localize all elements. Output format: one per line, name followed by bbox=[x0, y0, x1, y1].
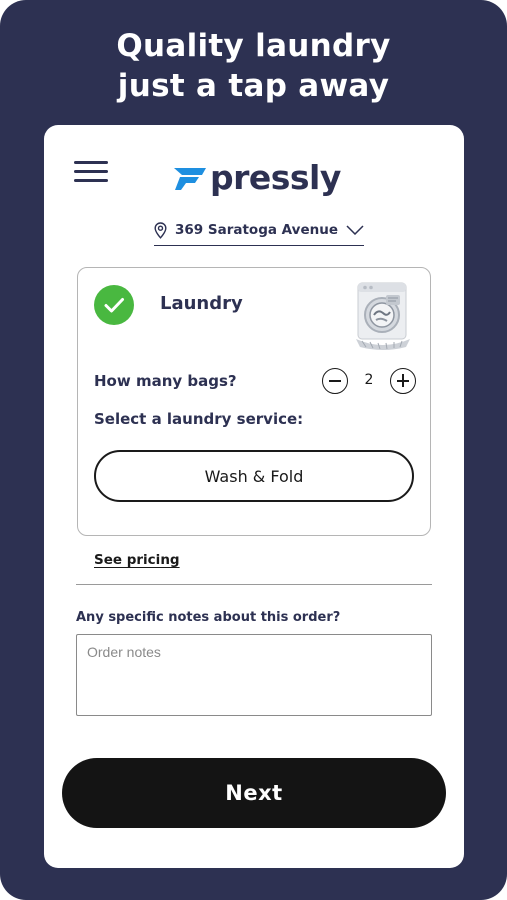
decrease-bags-button[interactable] bbox=[322, 368, 348, 394]
bags-count-value: 2 bbox=[364, 372, 374, 388]
service-name: Laundry bbox=[160, 293, 243, 314]
promo-headline: Quality laundry just a tap away bbox=[0, 26, 507, 106]
chevron-down-icon bbox=[346, 225, 364, 235]
increase-bags-button[interactable] bbox=[390, 368, 416, 394]
promo-headline-line1: Quality laundry bbox=[116, 28, 391, 64]
section-divider bbox=[76, 584, 432, 585]
selected-check-badge bbox=[94, 285, 134, 325]
address-selector[interactable]: 369 Saratoga Avenue bbox=[154, 217, 364, 246]
address-value: 369 Saratoga Avenue bbox=[175, 222, 338, 238]
wash-and-fold-option-button[interactable]: Wash & Fold bbox=[94, 450, 414, 502]
bags-quantity-stepper: 2 bbox=[322, 368, 416, 394]
hamburger-menu-icon[interactable] bbox=[74, 161, 108, 183]
bags-count-label: How many bags? bbox=[94, 372, 237, 390]
menu-line bbox=[74, 161, 108, 164]
pressly-logo-mark-icon bbox=[174, 168, 206, 190]
logo-wordmark: pressly bbox=[210, 158, 341, 197]
promo-headline-line2: just a tap away bbox=[117, 68, 390, 104]
menu-line bbox=[74, 170, 108, 173]
order-notes-label: Any specific notes about this order? bbox=[76, 610, 341, 625]
service-select-label: Select a laundry service: bbox=[94, 410, 304, 428]
order-notes-input[interactable] bbox=[76, 634, 432, 716]
washing-machine-illustration bbox=[356, 282, 410, 350]
see-pricing-link[interactable]: See pricing bbox=[94, 552, 180, 568]
checkmark-icon bbox=[104, 298, 124, 313]
menu-line bbox=[74, 179, 108, 182]
phone-screen: pressly 369 Saratoga Avenue Laundry How … bbox=[44, 125, 464, 868]
location-pin-icon bbox=[154, 221, 167, 239]
pressly-logo: pressly bbox=[172, 158, 341, 198]
next-button[interactable]: Next bbox=[62, 758, 446, 828]
laundry-service-card[interactable]: Laundry How many bags? 2 Select a laundr… bbox=[77, 267, 431, 536]
app-screenshot-frame: Quality laundry just a tap away pressly … bbox=[0, 0, 507, 900]
